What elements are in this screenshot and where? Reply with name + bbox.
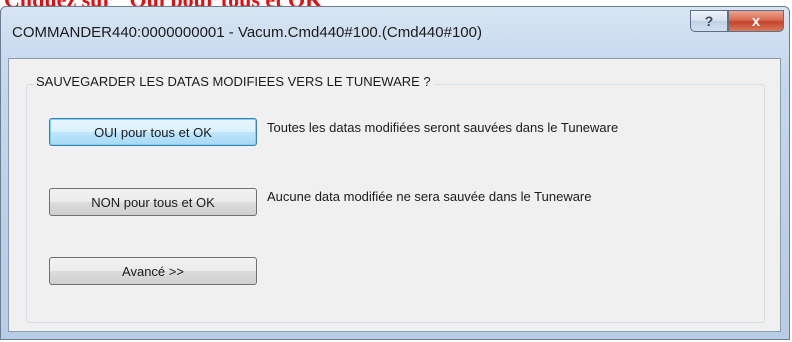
dialog-window: COMMANDER440:0000000001 - Vacum.Cmd440#1… xyxy=(0,6,790,340)
group-title: SAUVEGARDER LES DATAS MODIFIEES VERS LE … xyxy=(33,74,434,89)
title-bar[interactable]: COMMANDER440:0000000001 - Vacum.Cmd440#1… xyxy=(1,7,789,59)
no-all-description: Aucune data modifiée ne sera sauvée dans… xyxy=(267,189,592,204)
no-all-ok-button[interactable]: NON pour tous et OK xyxy=(49,188,257,216)
close-button[interactable]: x xyxy=(728,10,784,32)
yes-all-description: Toutes les datas modifiées seront sauvée… xyxy=(267,120,619,135)
window-title: COMMANDER440:0000000001 - Vacum.Cmd440#1… xyxy=(12,24,482,41)
dialog-content: SAUVEGARDER LES DATAS MODIFIEES VERS LE … xyxy=(8,58,781,332)
yes-all-ok-button[interactable]: OUI pour tous et OK xyxy=(49,118,257,146)
help-button[interactable]: ? xyxy=(690,10,728,32)
advanced-button[interactable]: Avancé >> xyxy=(49,257,257,285)
help-icon: ? xyxy=(704,13,714,29)
close-icon: x xyxy=(751,12,761,30)
